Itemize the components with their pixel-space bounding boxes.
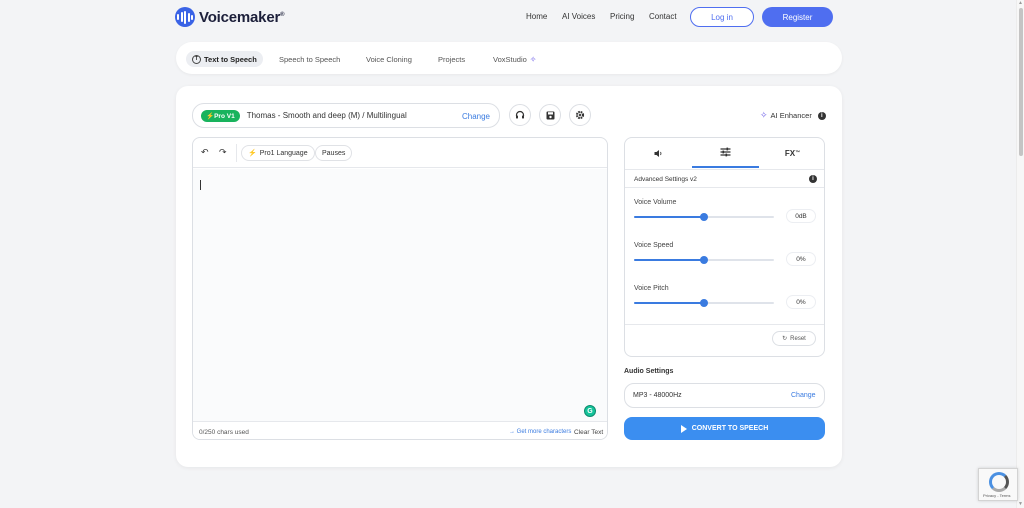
login-button[interactable]: Log in bbox=[690, 7, 754, 27]
slider-fill bbox=[634, 216, 704, 218]
redo-icon[interactable]: ↷ bbox=[219, 147, 227, 158]
nav-contact[interactable]: Contact bbox=[649, 12, 677, 21]
toolbar-divider bbox=[236, 144, 237, 162]
tab-volume[interactable] bbox=[625, 138, 692, 168]
tab-voxstudio[interactable]: VoxStudio ✧ bbox=[493, 51, 536, 67]
audio-format-selector[interactable]: MP3 - 48000Hz Change bbox=[624, 383, 825, 408]
nav-ai-voices[interactable]: AI Voices bbox=[562, 12, 595, 21]
play-icon bbox=[680, 424, 687, 433]
gear-icon[interactable] bbox=[569, 104, 591, 126]
slider-thumb[interactable] bbox=[700, 256, 708, 264]
tab-advanced-settings[interactable] bbox=[692, 138, 759, 168]
grammarly-icon[interactable]: G bbox=[584, 405, 596, 417]
refresh-icon: ↻ bbox=[782, 336, 788, 342]
voice-volume-slider[interactable] bbox=[634, 213, 774, 221]
text-input-area[interactable]: G bbox=[193, 169, 607, 421]
voice-pitch-value: 0% bbox=[786, 295, 816, 309]
tab-speech-to-speech[interactable]: Speech to Speech bbox=[279, 51, 340, 67]
tab-voice-cloning[interactable]: Voice Cloning bbox=[366, 51, 412, 67]
voice-volume-label: Voice Volume bbox=[634, 199, 677, 206]
settings-footer: ↻ Reset bbox=[625, 324, 824, 356]
bolt-icon: ⚡ bbox=[248, 150, 257, 157]
clear-text-button[interactable]: Clear Text bbox=[574, 429, 603, 436]
editor-footer: 0/250 chars used → Get more characters C… bbox=[193, 421, 607, 439]
voice-change-link[interactable]: Change bbox=[462, 112, 490, 121]
voice-speed-value: 0% bbox=[786, 252, 816, 266]
slider-thumb[interactable] bbox=[700, 299, 708, 307]
brand-name: Voicemaker® bbox=[199, 8, 285, 26]
nav-pricing[interactable]: Pricing bbox=[610, 12, 634, 21]
reset-button[interactable]: ↻ Reset bbox=[772, 331, 816, 346]
pro-language-button[interactable]: ⚡ Pro1 Language bbox=[241, 145, 315, 161]
scroll-up-icon[interactable]: ▲ bbox=[1018, 0, 1023, 6]
voice-pitch-label: Voice Pitch bbox=[634, 285, 669, 292]
text-editor: ↶ ↷ ⚡ Pro1 Language Pauses G 0/250 chars… bbox=[192, 137, 608, 440]
audio-settings-title: Audio Settings bbox=[624, 368, 674, 375]
voice-name: Thomas - Smooth and deep (M) / Multiling… bbox=[246, 111, 407, 120]
speaker-icon bbox=[654, 149, 661, 157]
sliders-icon bbox=[720, 147, 731, 157]
top-header: Voicemaker® Home AI Voices Pricing Conta… bbox=[0, 0, 1016, 36]
undo-icon[interactable]: ↶ bbox=[201, 147, 209, 158]
scroll-thumb[interactable] bbox=[1019, 8, 1023, 156]
slider-fill bbox=[634, 259, 704, 261]
get-more-characters-link[interactable]: → Get more characters bbox=[509, 429, 571, 435]
editor-toolbar: ↶ ↷ ⚡ Pro1 Language Pauses bbox=[193, 138, 607, 168]
voice-volume-value: 0dB bbox=[786, 209, 816, 223]
pro-badge: ⚡Pro V1 bbox=[201, 109, 240, 122]
text-caret bbox=[200, 180, 201, 190]
recaptcha-icon bbox=[989, 472, 1009, 492]
tab-projects[interactable]: Projects bbox=[438, 51, 465, 67]
nav-home[interactable]: Home bbox=[526, 12, 547, 21]
tts-icon: T bbox=[192, 54, 201, 64]
headphones-icon[interactable] bbox=[509, 104, 531, 126]
chars-counter: 0/250 chars used bbox=[199, 429, 249, 436]
waveform-icon bbox=[175, 7, 195, 27]
sparkle-icon: ✧ bbox=[760, 110, 768, 120]
brand-logo[interactable]: Voicemaker® bbox=[175, 7, 285, 27]
sparkle-icon: ✧ bbox=[529, 54, 537, 64]
bolt-icon: ⚡ bbox=[206, 112, 215, 120]
voice-speed-slider[interactable] bbox=[634, 256, 774, 264]
slider-thumb[interactable] bbox=[700, 213, 708, 221]
page-scrollbar[interactable]: ▲ ▼ bbox=[1016, 0, 1024, 508]
ai-enhancer-toggle[interactable]: ✧ AI Enhancer i bbox=[760, 110, 826, 121]
advanced-settings-header: Advanced Settings v2 i bbox=[625, 169, 824, 188]
audio-change-link[interactable]: Change bbox=[791, 392, 816, 399]
pauses-button[interactable]: Pauses bbox=[315, 145, 353, 161]
settings-panel: FX ™ Advanced Settings v2 i Voice Volume … bbox=[624, 137, 825, 357]
tab-fx[interactable]: FX ™ bbox=[759, 138, 824, 168]
save-icon[interactable] bbox=[539, 104, 561, 126]
audio-format-value: MP3 - 48000Hz bbox=[633, 392, 682, 399]
voice-pitch-slider[interactable] bbox=[634, 299, 774, 307]
tab-text-to-speech[interactable]: T Text to Speech bbox=[186, 51, 263, 67]
register-button[interactable]: Register bbox=[762, 7, 833, 27]
voice-selector[interactable]: ⚡Pro V1 Thomas - Smooth and deep (M) / M… bbox=[192, 103, 500, 128]
scroll-down-icon[interactable]: ▼ bbox=[1018, 501, 1023, 507]
convert-to-speech-button[interactable]: CONVERT TO SPEECH bbox=[624, 417, 825, 440]
voice-speed-label: Voice Speed bbox=[634, 242, 674, 249]
info-icon[interactable]: i bbox=[817, 111, 826, 120]
info-icon[interactable]: i bbox=[809, 175, 817, 183]
recaptcha-badge[interactable]: Privacy - Terms bbox=[978, 468, 1018, 501]
slider-fill bbox=[634, 302, 704, 304]
mode-tabs: T Text to Speech Speech to Speech Voice … bbox=[176, 42, 842, 74]
